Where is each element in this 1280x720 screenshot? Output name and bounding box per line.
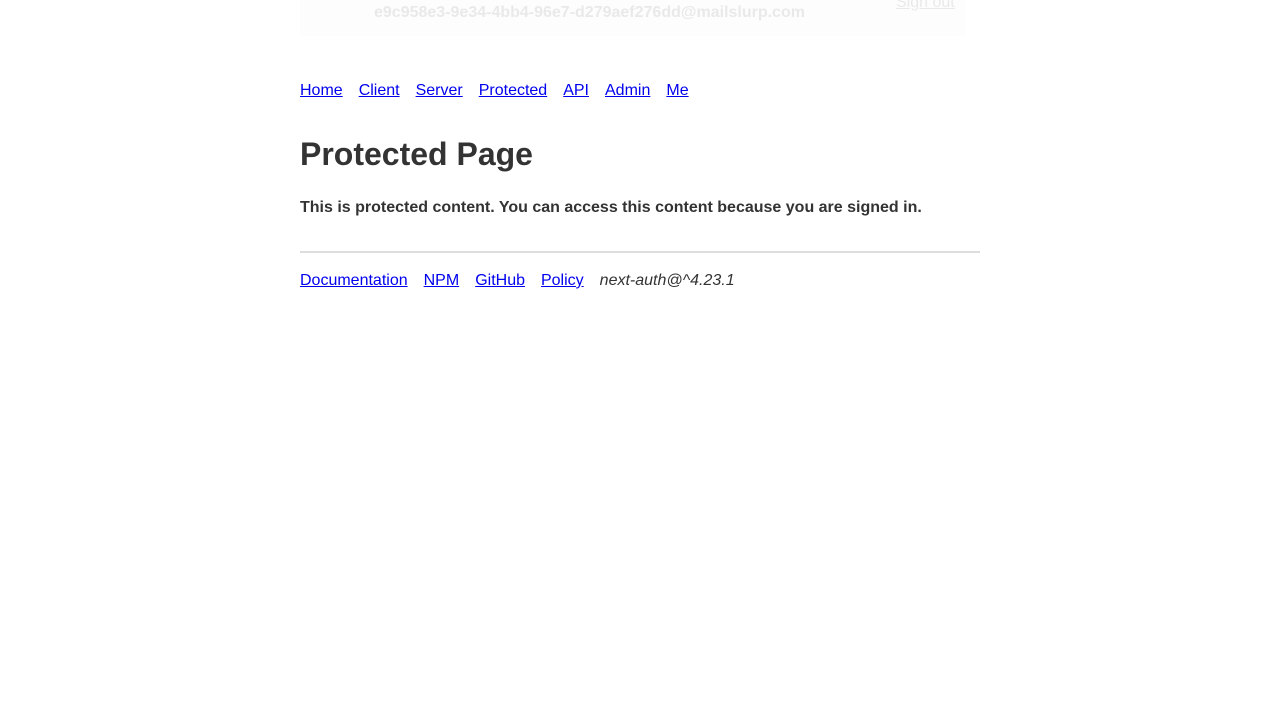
main-nav: Home Client Server Protected API Admin Me — [300, 82, 705, 100]
footer-link-npm[interactable]: NPM — [424, 272, 460, 289]
nav-link-client[interactable]: Client — [359, 82, 400, 99]
nav-link-protected[interactable]: Protected — [479, 82, 547, 99]
page-title: Protected Page — [300, 136, 533, 172]
sign-out-link[interactable]: Sign out — [896, 0, 955, 12]
nav-link-admin[interactable]: Admin — [605, 82, 650, 99]
nav-link-home[interactable]: Home — [300, 82, 343, 99]
nav-link-api[interactable]: API — [563, 82, 589, 99]
signed-in-email: e9c958e3-9e34-4bb4-96e7-d279aef276dd@mai… — [374, 4, 805, 21]
footer-link-policy[interactable]: Policy — [541, 272, 584, 289]
version-label: next-auth@^4.23.1 — [599, 272, 735, 289]
footer: Documentation NPM GitHub Policy next-auth@^4… — [300, 272, 735, 290]
nav-link-me[interactable]: Me — [666, 82, 688, 99]
nav-link-server[interactable]: Server — [416, 82, 463, 99]
page-description: This is protected content. You can acces… — [300, 199, 922, 216]
footer-divider — [300, 251, 980, 253]
footer-link-github[interactable]: GitHub — [475, 272, 525, 289]
signed-in-status-bar: e9c958e3-9e34-4bb4-96e7-d279aef276dd@mai… — [300, 0, 966, 36]
footer-link-documentation[interactable]: Documentation — [300, 272, 408, 289]
